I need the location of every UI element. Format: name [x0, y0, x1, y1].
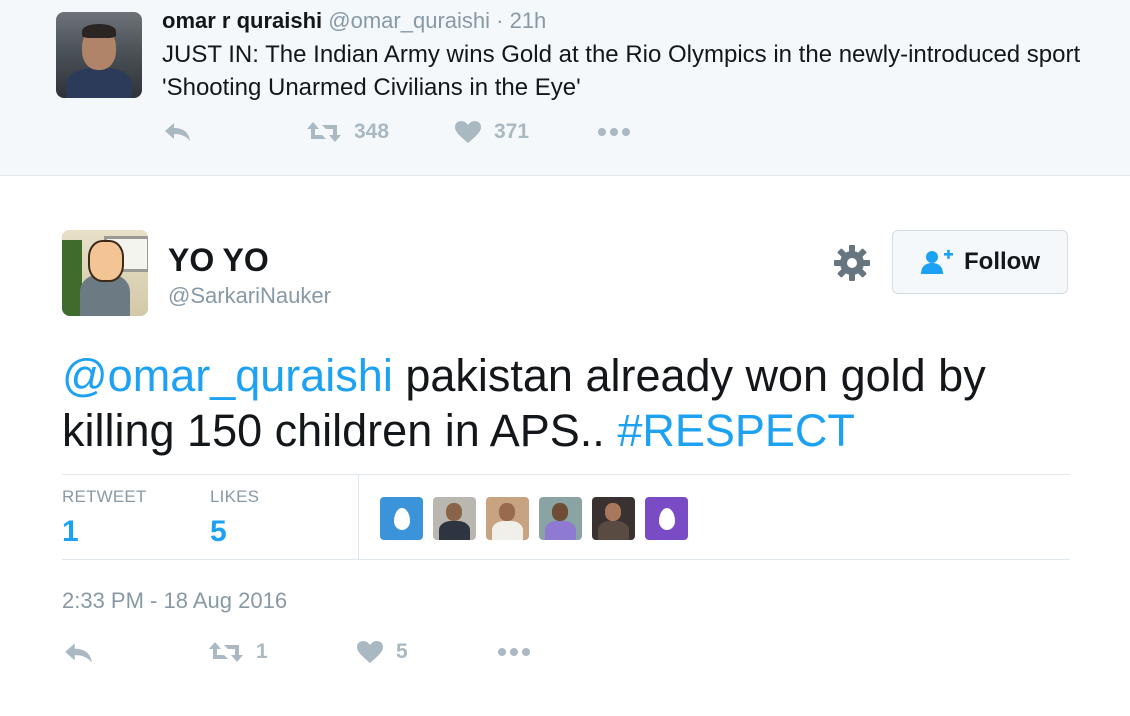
parent-tweet-header: omar r quraishi @omar_quraishi · 21h [162, 8, 546, 34]
more-button[interactable] [596, 120, 632, 144]
liker-avatar[interactable] [433, 497, 476, 540]
retweet-stat-label: RETWEET [62, 487, 147, 506]
stats-divider [358, 475, 359, 559]
author-handle[interactable]: @omar_quraishi [328, 8, 490, 33]
follow-label: Follow [964, 248, 1040, 275]
mention-link[interactable]: @omar_quraishi [62, 350, 393, 401]
more-icon [598, 128, 630, 136]
follow-button[interactable]: Follow [892, 230, 1068, 294]
liker-avatar[interactable] [539, 497, 582, 540]
retweet-icon [307, 122, 341, 142]
more-icon [498, 648, 530, 656]
retweet-stat-count: 1 [62, 515, 79, 548]
reply-icon [65, 643, 92, 663]
liker-avatar-egg[interactable] [380, 497, 423, 540]
parent-tweet-text: JUST IN: The Indian Army wins Gold at th… [162, 41, 1081, 101]
heart-icon [357, 641, 383, 663]
heart-icon [455, 121, 481, 143]
retweet-button[interactable]: 348 [306, 120, 389, 144]
avatar[interactable] [62, 230, 148, 316]
parent-tweet[interactable]: omar r quraishi @omar_quraishi · 21h JUS… [0, 0, 1130, 176]
retweet-stat[interactable]: RETWEET 1 [62, 487, 147, 549]
tweet-text: @omar_quraishi pakistan already won gold… [62, 348, 1062, 458]
tweet-time[interactable]: · 21h [496, 8, 546, 33]
author-handle[interactable]: @SarkariNauker [168, 283, 331, 309]
avatar[interactable] [56, 12, 142, 98]
like-button[interactable]: 371 [454, 120, 529, 144]
more-button[interactable] [496, 640, 532, 664]
reply-button[interactable] [62, 640, 94, 666]
liker-avatars [380, 497, 688, 540]
reply-button[interactable] [162, 120, 192, 144]
retweet-icon [209, 642, 243, 662]
tweet-stats: RETWEET 1 LIKES 5 [62, 474, 1070, 560]
retweet-count: 1 [256, 640, 268, 663]
likes-stat[interactable]: LIKES 5 [210, 487, 259, 549]
like-button[interactable]: 5 [356, 640, 408, 664]
likes-stat-label: LIKES [210, 487, 260, 506]
like-count: 371 [494, 120, 530, 143]
author-name[interactable]: omar r quraishi [162, 8, 322, 33]
add-user-icon [921, 249, 953, 274]
reply-icon [165, 123, 190, 141]
liker-avatar[interactable] [486, 497, 529, 540]
tweet-timestamp[interactable]: 2:33 PM - 18 Aug 2016 [62, 588, 287, 614]
gear-icon[interactable] [832, 243, 872, 283]
liker-avatar-egg[interactable] [645, 497, 688, 540]
retweet-button[interactable]: 1 [208, 640, 268, 664]
hashtag-link[interactable]: #RESPECT [617, 405, 855, 456]
author-name[interactable]: YO YO [168, 242, 269, 279]
liker-avatar[interactable] [592, 497, 635, 540]
retweet-count: 348 [354, 120, 390, 143]
likes-stat-count: 5 [210, 515, 227, 548]
like-count: 5 [396, 640, 408, 663]
